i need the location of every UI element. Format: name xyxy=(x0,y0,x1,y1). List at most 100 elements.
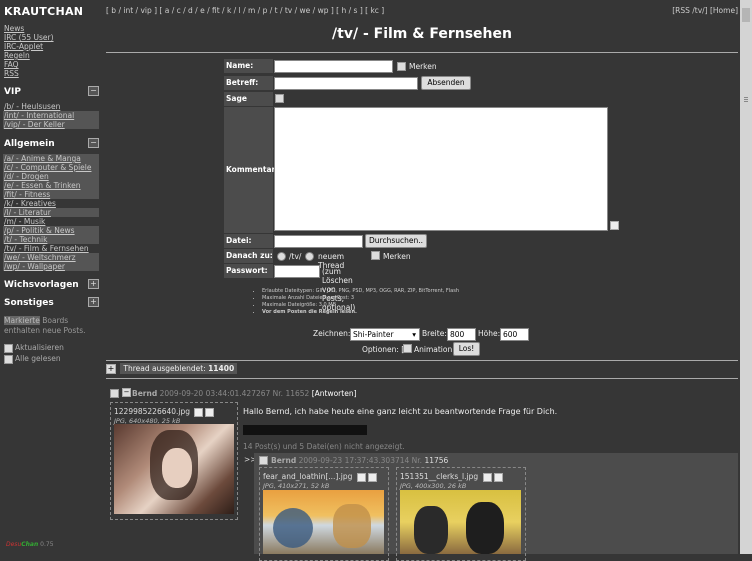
drawing-tool-value: Shi-Painter xyxy=(353,330,394,339)
reply-file2-thumbnail[interactable] xyxy=(400,490,521,554)
reply-datetime: 2009-09-23 17:37:43.303714 Nr. xyxy=(298,456,423,465)
board-link-c[interactable]: /c/ - Computer & Spiele xyxy=(3,163,99,172)
op-file-edit-icon[interactable] xyxy=(205,407,215,417)
reply-file2-figure2 xyxy=(466,502,504,554)
board-link-t[interactable]: /t/ - Technik xyxy=(3,235,99,244)
refresh-checkbox[interactable] xyxy=(4,343,13,353)
sonstiges-expand-icon[interactable]: + xyxy=(88,297,99,307)
op-poster-name: Bernd xyxy=(132,389,158,398)
site-logo[interactable]: KRAUTCHAN xyxy=(4,5,83,18)
op-post-number[interactable]: 11652 xyxy=(285,389,309,398)
allread-checkbox[interactable] xyxy=(4,354,13,364)
file-label: Datei: xyxy=(224,234,273,248)
redacted-bar xyxy=(243,425,367,435)
height-input[interactable]: 600 xyxy=(500,328,529,341)
scrollbar-thumb[interactable] xyxy=(742,8,750,22)
password-input[interactable] xyxy=(274,265,320,278)
reply-link[interactable]: [Antworten] xyxy=(312,389,357,398)
password-label: Passwort: xyxy=(224,264,273,278)
marked-boards-note-line2: enthalten neue Posts. xyxy=(4,326,86,335)
redirect-thread-radio[interactable] xyxy=(305,252,314,261)
name-label: Name: xyxy=(224,59,273,73)
refresh-label: Aktualisieren xyxy=(15,343,64,352)
op-thumbnail-face xyxy=(162,448,192,488)
redirect-merken-checkbox[interactable] xyxy=(371,251,380,260)
op-post-text: Hallo Bernd, ich habe heute eine ganz le… xyxy=(243,407,558,416)
name-input[interactable] xyxy=(274,60,393,73)
browse-button[interactable]: Durchsuchen.. xyxy=(365,234,427,248)
board-link-m[interactable]: /m/ - Musik xyxy=(3,217,99,226)
redirect-label: Danach zu: xyxy=(224,249,273,263)
reply-file1-name[interactable]: fear_and_loathin[...].jpg xyxy=(263,472,352,481)
allread-toggle[interactable]: Alle gelesen xyxy=(4,354,61,364)
expand-thread-icon[interactable]: + xyxy=(106,364,116,374)
footer-version: 0.75 xyxy=(40,541,54,548)
subject-input[interactable] xyxy=(274,77,418,90)
board-link-wp[interactable]: /wp/ - Wallpaper xyxy=(3,262,99,271)
irc-link[interactable]: IRC (55 User) xyxy=(4,33,54,42)
redirect-board-radio[interactable] xyxy=(277,252,286,261)
rss-link[interactable]: RSS xyxy=(4,69,54,78)
board-link-d[interactable]: /d/ - Drogen xyxy=(3,172,99,181)
animation-label: Animation] xyxy=(414,345,456,354)
scrollbar-grip-icon xyxy=(744,97,748,98)
board-link-we[interactable]: /we/ - Weltschmerz xyxy=(3,253,99,262)
scrollbar-grip-icon xyxy=(744,101,748,102)
rule-read-rules[interactable]: Vor dem Posten die Regeln lesen. xyxy=(262,309,459,316)
op-thumbnail[interactable] xyxy=(114,424,234,514)
board-navigation[interactable]: [ b / int / vip ] [ a / c / d / e / fit … xyxy=(106,6,384,15)
board-link-l[interactable]: /l/ - Literatur xyxy=(3,208,99,217)
vip-collapse-icon[interactable]: − xyxy=(88,86,99,96)
hide-thread-icon[interactable]: − xyxy=(122,388,131,397)
comment-textarea[interactable] xyxy=(274,107,608,231)
reply-select-checkbox[interactable] xyxy=(259,456,268,465)
header-divider xyxy=(106,52,738,53)
reply-file2-expand-icon[interactable] xyxy=(482,472,492,482)
submit-button[interactable]: Absenden xyxy=(421,76,471,90)
board-link-fit[interactable]: /fit/ - Fitness xyxy=(3,190,99,199)
reply-post-number[interactable]: 11756 xyxy=(424,456,448,465)
board-link-int[interactable]: /int/ - International xyxy=(3,111,99,120)
sage-checkbox[interactable] xyxy=(275,94,284,103)
scrollbar-grip-icon xyxy=(744,99,748,100)
footer-chan: Chan xyxy=(21,541,39,548)
reply-file1-edit-icon[interactable] xyxy=(367,472,377,482)
board-link-e[interactable]: /e/ - Essen & Trinken xyxy=(3,181,99,190)
op-select-checkbox[interactable] xyxy=(110,389,119,398)
irc-applet-link[interactable]: IRC-Applet xyxy=(4,42,54,51)
page-scrollbar[interactable] xyxy=(740,0,752,554)
sidebar: KRAUTCHAN News IRC (55 User) IRC-Applet … xyxy=(0,0,102,554)
board-link-vip[interactable]: /vip/ - Der Keller xyxy=(3,120,99,129)
textarea-resize-icon[interactable] xyxy=(610,221,619,230)
draw-go-button[interactable]: Los! xyxy=(453,342,480,356)
animation-checkbox[interactable] xyxy=(403,344,412,353)
board-link-b[interactable]: /b/ - Heulsusen xyxy=(3,102,99,111)
name-merken-checkbox[interactable] xyxy=(397,62,406,71)
refresh-toggle[interactable]: Aktualisieren xyxy=(4,343,64,353)
faq-link[interactable]: FAQ xyxy=(4,60,54,69)
reply-file2-name[interactable]: 151351__clerks_l.jpg xyxy=(400,472,478,481)
board-link-tv[interactable]: /tv/ - Film & Fernsehen xyxy=(3,244,99,253)
board-link-k[interactable]: /k/ - Kreatives xyxy=(3,199,99,208)
rules-link[interactable]: Regeln xyxy=(4,51,54,60)
marked-sample: Markierte xyxy=(4,316,40,325)
name-merken-label: Merken xyxy=(409,62,437,71)
reply-file1-thumbnail[interactable] xyxy=(263,490,384,554)
allgemein-collapse-icon[interactable]: − xyxy=(88,138,99,148)
board-link-p[interactable]: /p/ - Politik & News xyxy=(3,226,99,235)
board-link-a[interactable]: /a/ - Anime & Manga xyxy=(3,154,99,163)
hidden-thread-number[interactable]: 11400 xyxy=(208,364,234,373)
width-input[interactable]: 800 xyxy=(447,328,476,341)
op-file-name[interactable]: 1229985226640.jpg xyxy=(114,407,190,416)
file-path-input[interactable] xyxy=(274,235,363,248)
news-link[interactable]: News xyxy=(4,24,54,33)
op-file-expand-icon[interactable] xyxy=(194,407,204,417)
reply-file2-edit-icon[interactable] xyxy=(493,472,503,482)
rss-home-links[interactable]: [RSS /tv/] [Home] xyxy=(672,6,738,15)
reply-file1-expand-icon[interactable] xyxy=(356,472,366,482)
wichsvorlagen-expand-icon[interactable]: + xyxy=(88,279,99,289)
reply-post: Bernd 2009-09-23 17:37:43.303714 Nr. 117… xyxy=(254,453,738,561)
reply-file1-info: fear_and_loathin[...].jpg JPG, 410x271, … xyxy=(263,472,377,490)
drawing-tool-select[interactable]: Shi-Painter ▾ xyxy=(350,328,420,341)
footer-software-credit[interactable]: DesuChan 0.75 xyxy=(6,541,54,548)
